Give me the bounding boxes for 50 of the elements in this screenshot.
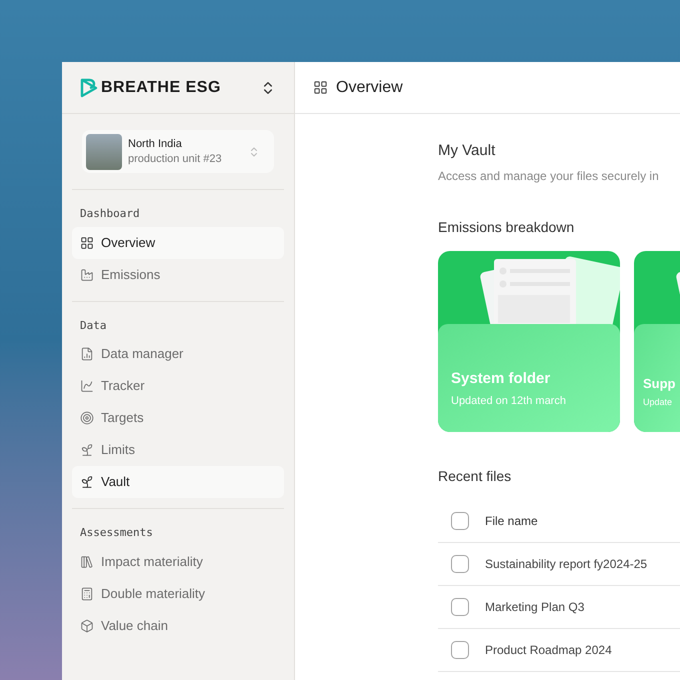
sprout-icon [80, 443, 94, 457]
header-title: Overview [336, 78, 403, 98]
table-row[interactable]: Product Roadmap 2024 [438, 628, 680, 672]
location-subtitle: production unit #23 [128, 152, 223, 166]
sidebar-item[interactable]: Value chain [72, 610, 284, 642]
folder-name: System folder [451, 368, 552, 388]
sidebar-item[interactable]: Double materiality [72, 578, 284, 610]
logo-icon [80, 78, 98, 98]
cube-icon [80, 618, 94, 632]
folder-updated: Update [643, 396, 674, 409]
section-heading: Emissions breakdown [438, 218, 576, 236]
checkbox[interactable] [451, 598, 469, 616]
grid-icon [80, 236, 94, 250]
sidebar-item[interactable]: Data manager [72, 338, 284, 370]
file-name: Product Roadmap 2024 [485, 642, 612, 658]
target-icon [80, 411, 94, 425]
table-row[interactable]: Marketing Plan Q3 [438, 586, 680, 628]
section-title: Data [79, 318, 108, 334]
section-title: Assessments [79, 525, 154, 541]
folder-name: Supp [643, 374, 676, 393]
sprout-icon [80, 475, 94, 489]
checkbox[interactable] [451, 512, 469, 530]
books-icon [80, 554, 94, 568]
checkbox[interactable] [451, 640, 469, 658]
page-title: My Vault [438, 141, 496, 161]
checkbox[interactable] [451, 554, 469, 572]
photo-placeholder [86, 134, 122, 170]
sidebar-item[interactable]: Impact materiality [72, 546, 284, 578]
sidebar-item[interactable]: Tracker [72, 370, 284, 402]
file-name: Sustainability report fy2024-25 [485, 556, 648, 572]
factory-icon [80, 268, 94, 282]
folder-updated: Updated on 12th march [451, 394, 566, 409]
brand-name: BREATHE ESG [101, 78, 221, 98]
section-title: Dashboard [79, 206, 141, 222]
chart-icon [80, 379, 94, 393]
sidebar-item[interactable]: Limits [72, 434, 284, 466]
page-subtitle: Access and manage your files securely in [438, 168, 660, 184]
column-header: File name [485, 512, 538, 530]
sidebar-item[interactable]: Vault [72, 466, 284, 498]
sidebar-item[interactable]: Targets [72, 402, 284, 434]
file-chart-icon [80, 347, 94, 361]
section-heading: Recent files [438, 466, 512, 486]
location-title: North India [128, 136, 183, 152]
sidebar-item[interactable]: Overview [72, 226, 284, 258]
location-selector[interactable]: North India production unit #23 [82, 130, 274, 173]
table-row[interactable]: Sustainability report fy2024-25 [438, 542, 680, 586]
grid-icon [313, 80, 328, 95]
file-name: Marketing Plan Q3 [485, 598, 584, 616]
calculator-icon [80, 586, 94, 600]
sidebar-item[interactable]: Emissions [72, 258, 284, 290]
